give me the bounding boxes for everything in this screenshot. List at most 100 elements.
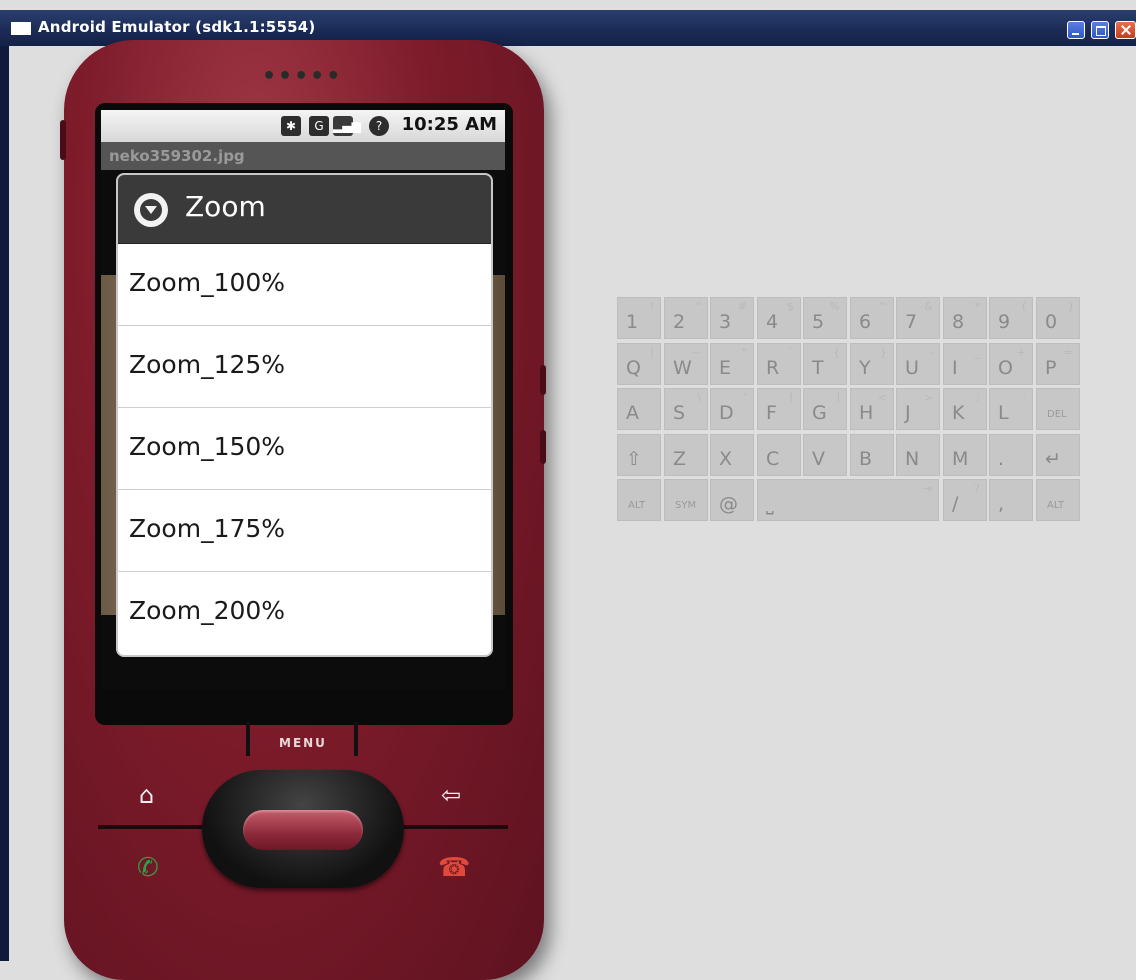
key-i[interactable]: I _ (943, 343, 987, 385)
key-5[interactable]: 5% (803, 297, 847, 339)
menu-divider-right (354, 722, 358, 756)
key-p[interactable]: P = (1036, 343, 1080, 385)
key-r[interactable]: R ` (757, 343, 801, 385)
key-alt-label: & (924, 300, 933, 313)
key-label: 1 (626, 311, 639, 333)
key-alt[interactable]: ALT (1036, 479, 1080, 521)
key-h[interactable]: H < (850, 388, 894, 430)
key-w[interactable]: W ~ (664, 343, 708, 385)
key-b[interactable]: B (850, 434, 894, 476)
key-m[interactable]: M (943, 434, 987, 476)
key-v[interactable]: V (803, 434, 847, 476)
key-symbol[interactable]: ↵ (1036, 434, 1080, 476)
status-bar: ✱ G ▂▄▆ ? 10:25 AM (101, 110, 505, 142)
maximize-button[interactable] (1091, 21, 1109, 39)
key-7[interactable]: 7 & (896, 297, 940, 339)
key-f[interactable]: F[ (757, 388, 801, 430)
volume-key[interactable] (60, 120, 66, 160)
dpad-center-button[interactable] (243, 810, 363, 850)
home-icon[interactable]: ⌂ (139, 783, 154, 807)
key-label: F (766, 402, 777, 424)
key-t[interactable]: T{ (803, 343, 847, 385)
call-icon[interactable]: ✆ (137, 855, 159, 881)
key-a[interactable]: A (617, 388, 661, 430)
key-n[interactable]: N (896, 434, 940, 476)
key-1[interactable]: 1! (617, 297, 661, 339)
option-label: Zoom_175% (129, 514, 286, 543)
bluetooth-icon: ✱ (281, 116, 301, 136)
camera-key[interactable] (540, 430, 546, 464)
key-8[interactable]: 8 * (943, 297, 987, 339)
key-label: M (952, 448, 969, 470)
key-alt-label: ^ (877, 300, 887, 313)
key-label: ⇧ (626, 448, 642, 470)
key-9[interactable]: 9( (989, 297, 1033, 339)
key-label: , (998, 493, 1005, 515)
key-alt-label: = (1063, 346, 1073, 359)
key-g[interactable]: G] (803, 388, 847, 430)
key-label: DEL (1047, 409, 1067, 420)
close-button[interactable] (1115, 21, 1136, 39)
app-title: neko359302.jpg (109, 147, 245, 165)
key-j[interactable]: J > (896, 388, 940, 430)
key-alt-label: ] (835, 391, 840, 404)
key-symbol[interactable]: , (989, 479, 1033, 521)
back-icon[interactable]: ⇦ (441, 783, 461, 807)
key-o[interactable]: O + (989, 343, 1033, 385)
key-label: O (998, 357, 1013, 379)
end-call-icon[interactable]: ☎ (438, 855, 470, 881)
window-title: Android Emulator (sdk1.1:5554) (38, 18, 316, 36)
zoom-option-200[interactable]: Zoom_200% (118, 572, 491, 653)
key-l[interactable]: L: (989, 388, 1033, 430)
key-symbol[interactable]: @ (710, 479, 754, 521)
zoom-option-125[interactable]: Zoom_125% (118, 326, 491, 408)
key-d[interactable]: D ' (710, 388, 754, 430)
key-z[interactable]: Z (664, 434, 708, 476)
key-2[interactable]: 2 " (664, 297, 708, 339)
key-k[interactable]: K; (943, 388, 987, 430)
zoom-option-100[interactable]: Zoom_100% (118, 244, 491, 326)
key-alt-label: # (737, 300, 747, 313)
key-label: I (952, 357, 958, 379)
dialog-title: Zoom (185, 190, 266, 223)
key-x[interactable]: X (710, 434, 754, 476)
key-alt[interactable]: ALT (617, 479, 661, 521)
key-del[interactable]: DEL (1036, 388, 1080, 430)
key-4[interactable]: 4 $ (757, 297, 801, 339)
key-0[interactable]: 0) (1036, 297, 1080, 339)
speaker-grille: ••••• (262, 64, 343, 89)
zoom-option-150[interactable]: Zoom_150% (118, 408, 491, 490)
key-alt-label: < (877, 391, 887, 404)
key-alt-label: ? (974, 482, 980, 495)
key-symbol[interactable]: ⇧ (617, 434, 661, 476)
key-symbol[interactable]: /? (943, 479, 987, 521)
minimize-button[interactable] (1067, 21, 1085, 39)
key-label: / (952, 493, 959, 515)
key-label: C (766, 448, 780, 470)
option-label: Zoom_150% (129, 432, 286, 461)
key-y[interactable]: Y} (850, 343, 894, 385)
key-label: 7 (905, 311, 918, 333)
key-label: . (998, 448, 1005, 470)
key-label: 5 (812, 311, 825, 333)
key-label: B (859, 448, 873, 470)
key-q[interactable]: Q | (617, 343, 661, 385)
option-label: Zoom_200% (129, 596, 286, 625)
key-symbol[interactable]: ⎵ ⇥ (757, 479, 939, 521)
menu-button[interactable]: MENU (246, 722, 358, 760)
key-label: N (905, 448, 920, 470)
key-6[interactable]: 6 ^ (850, 297, 894, 339)
key-c[interactable]: C (757, 434, 801, 476)
key-alt-label: { (833, 346, 840, 359)
key-sym[interactable]: SYM (664, 479, 708, 521)
key-u[interactable]: U- (896, 343, 940, 385)
key-label: 9 (998, 311, 1011, 333)
menu-divider-left (246, 722, 250, 756)
key-e[interactable]: E " (710, 343, 754, 385)
key-symbol[interactable]: . (989, 434, 1033, 476)
side-key-upper[interactable] (540, 365, 546, 395)
zoom-option-175[interactable]: Zoom_175% (118, 490, 491, 572)
key-3[interactable]: 3 # (710, 297, 754, 339)
key-label: 8 (952, 311, 965, 333)
key-s[interactable]: S \ (664, 388, 708, 430)
